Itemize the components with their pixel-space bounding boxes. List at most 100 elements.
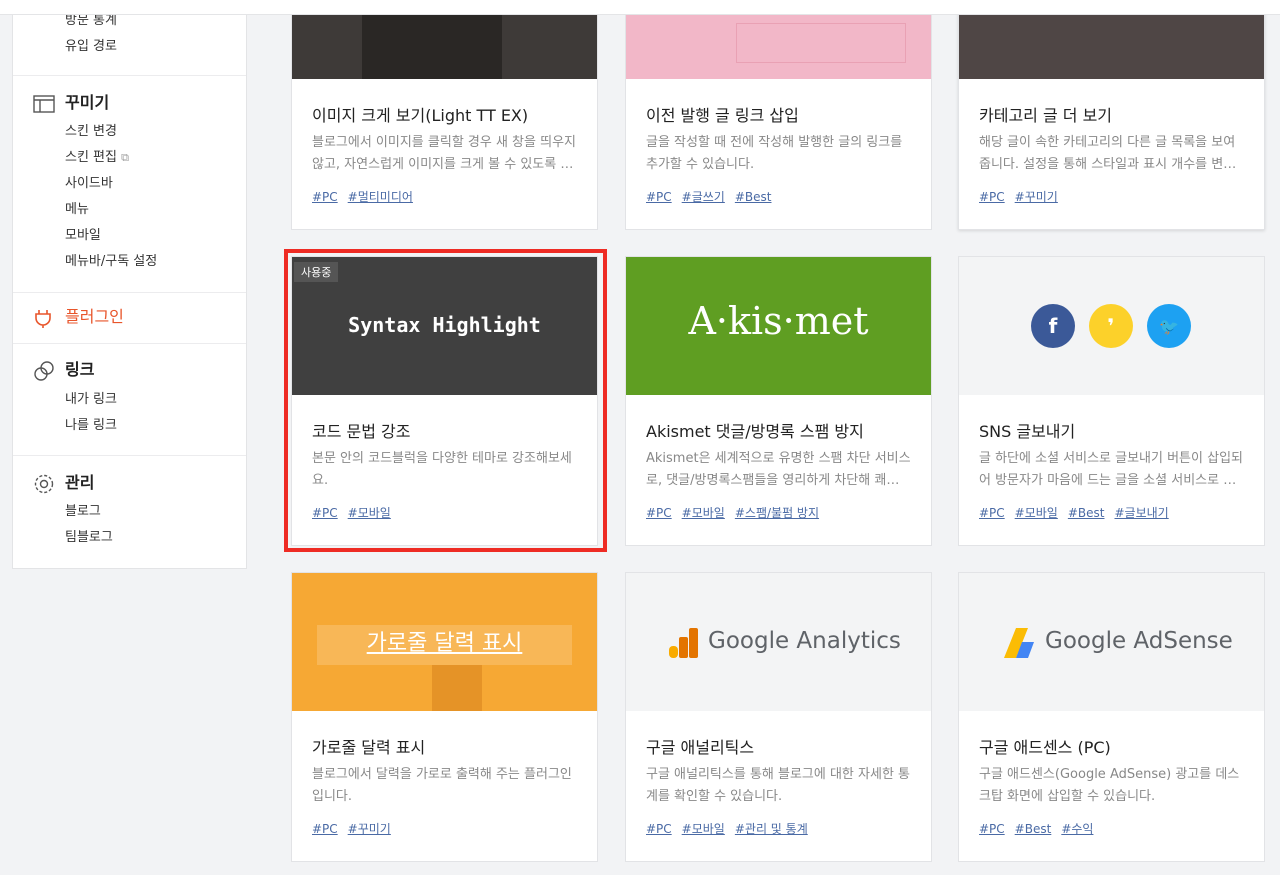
tag-link[interactable]: #모바일 [682,822,725,836]
tag-link[interactable]: #PC [979,506,1005,520]
tag-link[interactable]: #PC [979,822,1005,836]
tag-link[interactable]: #스팸/불펌 방지 [735,506,819,520]
sidebar-item-skin-change[interactable]: 스킨 변경 [65,123,117,141]
plugin-card-google-adsense[interactable]: Google AdSense 구글 애드센스 (PC) 구글 애드센스(Goog… [958,572,1265,862]
sidebar-item-my-link[interactable]: 내가 링크 [65,391,117,409]
sidebar-link-title[interactable]: 링크 [65,358,94,382]
card-title: 구글 애널리틱스 [646,738,755,757]
google-analytics-logo-text: Google Analytics [708,628,901,654]
card-thumbnail: A·kis·met [626,257,931,395]
twitter-icon: 🐦 [1147,304,1191,348]
card-tags: #PC #모바일 [312,504,401,521]
syntax-highlight-logo: Syntax Highlight [348,313,541,337]
tag-link[interactable]: #글쓰기 [682,190,725,204]
card-thumbnail: Google Analytics [626,573,931,711]
plugin-card-akismet[interactable]: A·kis·met Akismet 댓글/방명록 스팸 방지 Akismet은 … [625,256,932,546]
sidebar-item-menu[interactable]: 메뉴 [65,201,89,219]
card-tags: #PC #멀티미디어 [312,188,423,205]
kakao-story-icon: ❜ [1089,304,1133,348]
gear-icon [33,472,55,496]
sidebar-manage-title[interactable]: 관리 [65,471,94,495]
sidebar-group-manage: 관리 블로그 팀블로그 [13,456,246,568]
sidebar: 방문 통계 유입 경로 꾸미기 스킨 변경 스킨 편집 ⧉ 사이드바 메뉴 모바… [12,0,247,569]
card-tags: #PC #꾸미기 [979,188,1068,205]
sidebar-item-menubar[interactable]: 메뉴바/구독 설정 [65,253,157,271]
tag-link[interactable]: #모바일 [348,506,391,520]
sidebar-plugin-title[interactable]: 플러그인 [65,305,124,329]
card-thumbnail: Google AdSense [959,573,1264,711]
sidebar-item-inflow[interactable]: 유입 경로 [65,38,117,56]
tag-link[interactable]: #모바일 [682,506,725,520]
tag-link[interactable]: #글보내기 [1115,506,1169,520]
tag-link[interactable]: #멀티미디어 [348,190,413,204]
tag-link[interactable]: #PC [312,822,338,836]
sidebar-item-skin-edit[interactable]: 스킨 편집 ⧉ [65,149,129,167]
google-adsense-logo-text: Google AdSense [1045,628,1233,654]
tag-link[interactable]: #모바일 [1015,506,1058,520]
tag-link[interactable]: #Best [1068,506,1105,520]
plug-icon [33,306,53,330]
card-thumbnail: 가로줄 달력 표시 [292,573,597,711]
plugin-card-light-tt[interactable]: 이미지 크게 보기(Light TT EX) 블로그에서 이미지를 클릭할 경우… [291,0,598,230]
tag-link[interactable]: #수익 [1061,822,1093,836]
top-bar [0,0,1280,15]
card-title: 가로줄 달력 표시 [312,738,426,757]
tag-link[interactable]: #PC [979,190,1005,204]
tag-link[interactable]: #PC [646,190,672,204]
external-link-icon: ⧉ [121,151,129,164]
card-thumbnail: 사용중 Syntax Highlight [292,257,597,395]
tag-link[interactable]: #PC [646,506,672,520]
card-tags: #PC #모바일 #관리 및 통계 [646,820,818,837]
card-title: 이미지 크게 보기(Light TT EX) [312,106,529,125]
card-desc: 구글 애널리틱스를 통해 블로그에 대한 자세한 통계를 확인할 수 있습니다. [646,767,910,804]
card-title: 코드 문법 강조 [312,422,411,441]
sidebar-group-link: 링크 내가 링크 나를 링크 [13,344,246,456]
tag-link[interactable]: #꾸미기 [1015,190,1058,204]
plugin-card-category-more[interactable]: 카테고리 글 더 보기 해당 글이 속한 카테고리의 다른 글 목록을 보여줍니… [958,0,1265,230]
sidebar-decorate-title[interactable]: 꾸미기 [65,91,109,115]
plugin-card-horizontal-calendar[interactable]: 가로줄 달력 표시 가로줄 달력 표시 블로그에서 달력을 가로로 출력해 주는… [291,572,598,862]
card-thumbnail: f ❜ 🐦 [959,257,1264,395]
sidebar-item-team-blog[interactable]: 팀블로그 [65,529,113,547]
google-analytics-icon [669,628,698,658]
card-desc: 구글 애드센스(Google AdSense) 광고를 데스크탑 화면에 삽입할… [979,767,1240,804]
calendar-thumb-title: 가로줄 달력 표시 [366,631,523,656]
plugin-card-sns[interactable]: f ❜ 🐦 SNS 글보내기 글 하단에 소셜 서비스로 글보내기 버튼이 삽입… [958,256,1265,546]
card-tags: #PC #모바일 #스팸/불펌 방지 [646,504,829,521]
tag-link[interactable]: #Best [1015,822,1052,836]
plugin-card-syntax-highlight[interactable]: 사용중 Syntax Highlight 코드 문법 강조 본문 안의 코드블럭… [291,256,598,546]
plugin-card-google-analytics[interactable]: Google Analytics 구글 애널리틱스 구글 애널리틱스를 통해 블… [625,572,932,862]
sidebar-group-decorate: 꾸미기 스킨 변경 스킨 편집 ⧉ 사이드바 메뉴 모바일 메뉴바/구독 설정 [13,76,246,293]
tag-link[interactable]: #관리 및 통계 [735,822,808,836]
sidebar-item-mobile[interactable]: 모바일 [65,227,101,245]
card-tags: #PC #모바일 #Best #글보내기 [979,504,1179,521]
sidebar-group-plugin: 플러그인 [13,293,246,344]
card-desc: 해당 글이 속한 카테고리의 다른 글 목록을 보여줍니다. 설정을 통해 스타… [979,135,1237,172]
tag-link[interactable]: #PC [312,190,338,204]
tag-link[interactable]: #PC [646,822,672,836]
card-tags: #PC #글쓰기 #Best [646,188,782,205]
tag-link[interactable]: #PC [312,506,338,520]
card-desc: 블로그에서 달력을 가로로 출력해 주는 플러그인입니다. [312,767,572,804]
card-tags: #PC #꾸미기 [312,820,401,837]
card-title: 카테고리 글 더 보기 [979,106,1113,125]
link-icon [33,359,55,383]
card-title: Akismet 댓글/방명록 스팸 방지 [646,422,864,441]
in-use-badge: 사용중 [294,262,339,282]
card-title: 구글 애드센스 (PC) [979,738,1111,757]
sidebar-item-blog[interactable]: 블로그 [65,503,101,521]
card-title: SNS 글보내기 [979,422,1076,441]
card-desc: 글 하단에 소셜 서비스로 글보내기 버튼이 삽입되어 방문자가 마음에 드는 … [979,451,1243,488]
card-tags: #PC #Best #수익 [979,820,1103,837]
layout-icon [33,92,55,116]
card-title: 이전 발행 글 링크 삽입 [646,106,799,125]
card-desc: 본문 안의 코드블럭을 다양한 테마로 강조해보세요. [312,451,572,488]
tag-link[interactable]: #꾸미기 [348,822,391,836]
akismet-logo: A·kis·met [688,299,869,343]
sidebar-item-sidebar[interactable]: 사이드바 [65,175,113,193]
plugin-card-prev-post-link[interactable]: 이전 발행 글 링크 삽입 글을 작성할 때 전에 작성해 발행한 글의 링크를… [625,0,932,230]
tag-link[interactable]: #Best [735,190,772,204]
facebook-icon: f [1031,304,1075,348]
card-desc: 블로그에서 이미지를 클릭할 경우 새 창을 띄우지 않고, 자연스럽게 이미지… [312,135,576,172]
sidebar-item-to-me-link[interactable]: 나를 링크 [65,417,117,435]
